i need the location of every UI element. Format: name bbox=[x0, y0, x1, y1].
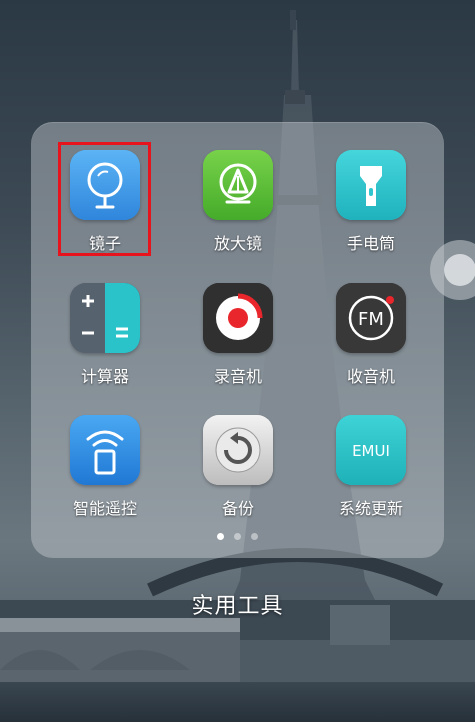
floating-nav-ball-inner bbox=[444, 254, 475, 286]
emui-update-icon: EMUI bbox=[336, 415, 406, 485]
app-radio[interactable]: FM 收音机 bbox=[311, 283, 431, 413]
app-magnifier[interactable]: 放大镜 bbox=[178, 150, 298, 280]
page-dot[interactable] bbox=[251, 533, 258, 540]
app-backup[interactable]: 备份 bbox=[178, 415, 298, 545]
app-label: 录音机 bbox=[213, 367, 262, 386]
app-label: 智能遥控 bbox=[72, 499, 137, 518]
page-dot[interactable] bbox=[234, 533, 241, 540]
app-system-update[interactable]: EMUI 系统更新 bbox=[311, 415, 431, 545]
app-calculator[interactable]: 计算器 bbox=[45, 283, 165, 413]
app-label: 手电筒 bbox=[346, 234, 395, 253]
radio-fm-icon: FM bbox=[336, 283, 406, 353]
backup-icon bbox=[203, 415, 273, 485]
calculator-icon bbox=[70, 283, 140, 353]
app-recorder[interactable]: 录音机 bbox=[178, 283, 298, 413]
app-flashlight[interactable]: 手电筒 bbox=[311, 150, 431, 280]
app-label: 备份 bbox=[221, 499, 254, 518]
page-indicator bbox=[0, 533, 475, 540]
magnifier-icon bbox=[203, 150, 273, 220]
app-label: 计算器 bbox=[80, 367, 129, 386]
recorder-icon bbox=[203, 283, 273, 353]
remote-control-icon bbox=[70, 415, 140, 485]
app-label: 收音机 bbox=[346, 367, 395, 386]
folder-title[interactable]: 实用工具 bbox=[0, 588, 475, 620]
app-label: 放大镜 bbox=[213, 234, 262, 253]
page-dot-active[interactable] bbox=[217, 533, 224, 540]
radio-fm-text: FM bbox=[358, 309, 384, 330]
flashlight-icon bbox=[336, 150, 406, 220]
emui-text: EMUI bbox=[352, 442, 390, 460]
app-remote-control[interactable]: 智能遥控 bbox=[45, 415, 165, 545]
app-label: 系统更新 bbox=[338, 499, 403, 518]
river-water bbox=[0, 682, 475, 722]
highlight-box bbox=[58, 142, 151, 256]
